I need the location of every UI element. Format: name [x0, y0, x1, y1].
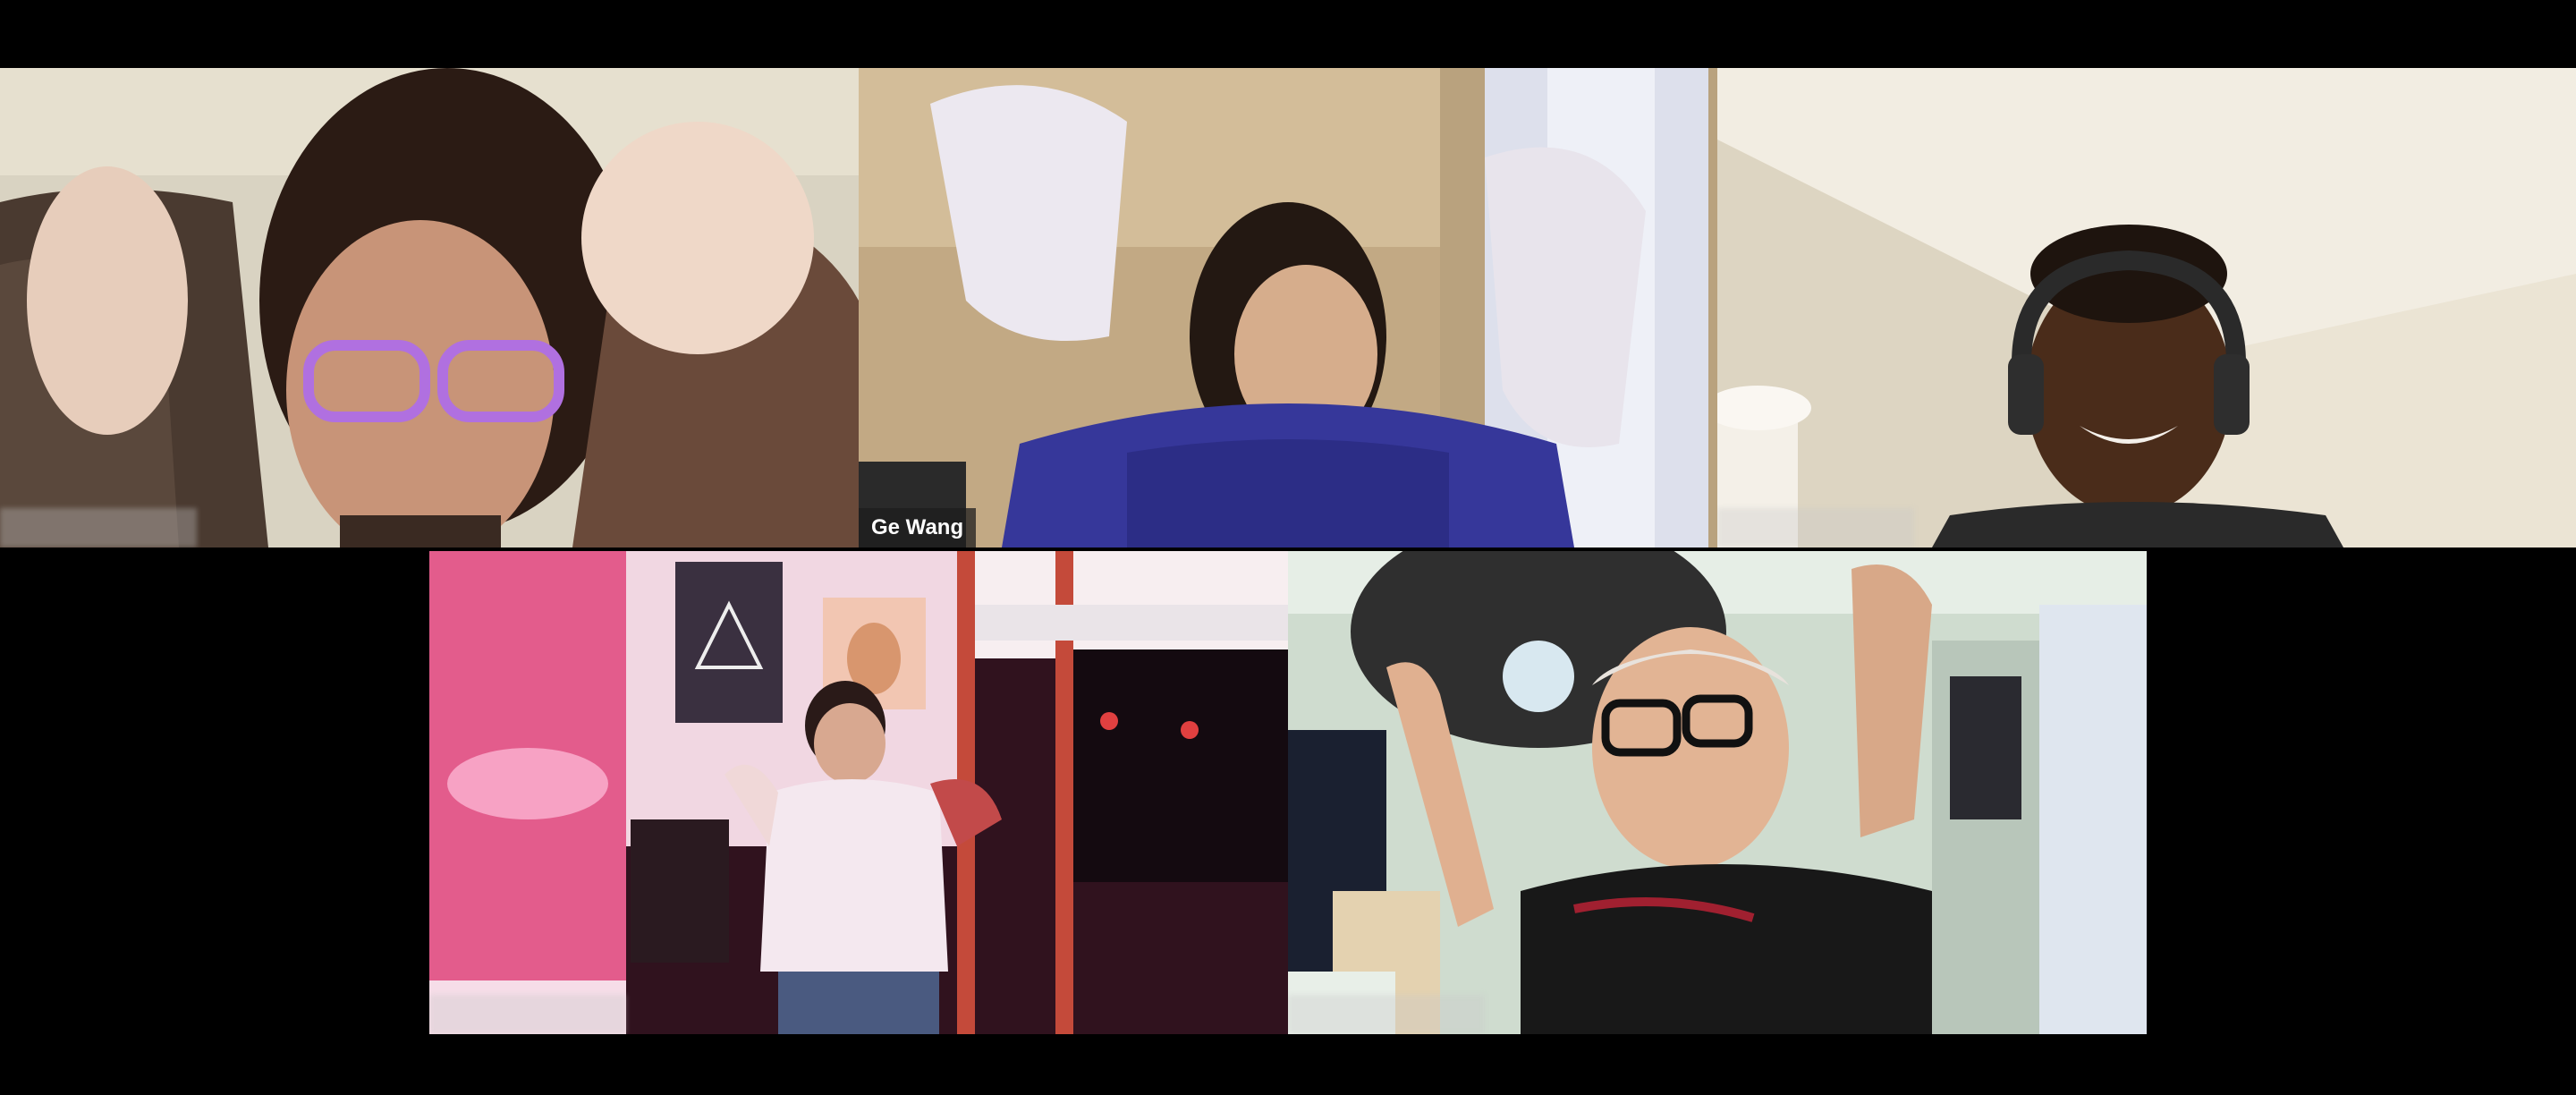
participant-name-tag [0, 508, 197, 548]
participant-video-tile[interactable] [1288, 551, 2147, 1034]
participant-video-tile[interactable] [1717, 68, 2576, 548]
participant-name-tag [1288, 995, 1485, 1034]
participant-video-tile[interactable] [429, 551, 1288, 1034]
participant-name-tag [429, 995, 626, 1034]
participant-video [859, 68, 1717, 548]
gallery-view: Ge Wang [0, 0, 2576, 1095]
participant-video-tile[interactable] [0, 68, 859, 548]
participant-name-tag: Ge Wang [859, 508, 977, 548]
participant-video [0, 68, 859, 548]
participant-name-tag [1717, 508, 1914, 548]
participant-video [1717, 68, 2576, 548]
participant-video-tile[interactable]: Ge Wang [859, 68, 1717, 548]
participant-video [429, 551, 1288, 1034]
participant-video [1288, 551, 2147, 1034]
